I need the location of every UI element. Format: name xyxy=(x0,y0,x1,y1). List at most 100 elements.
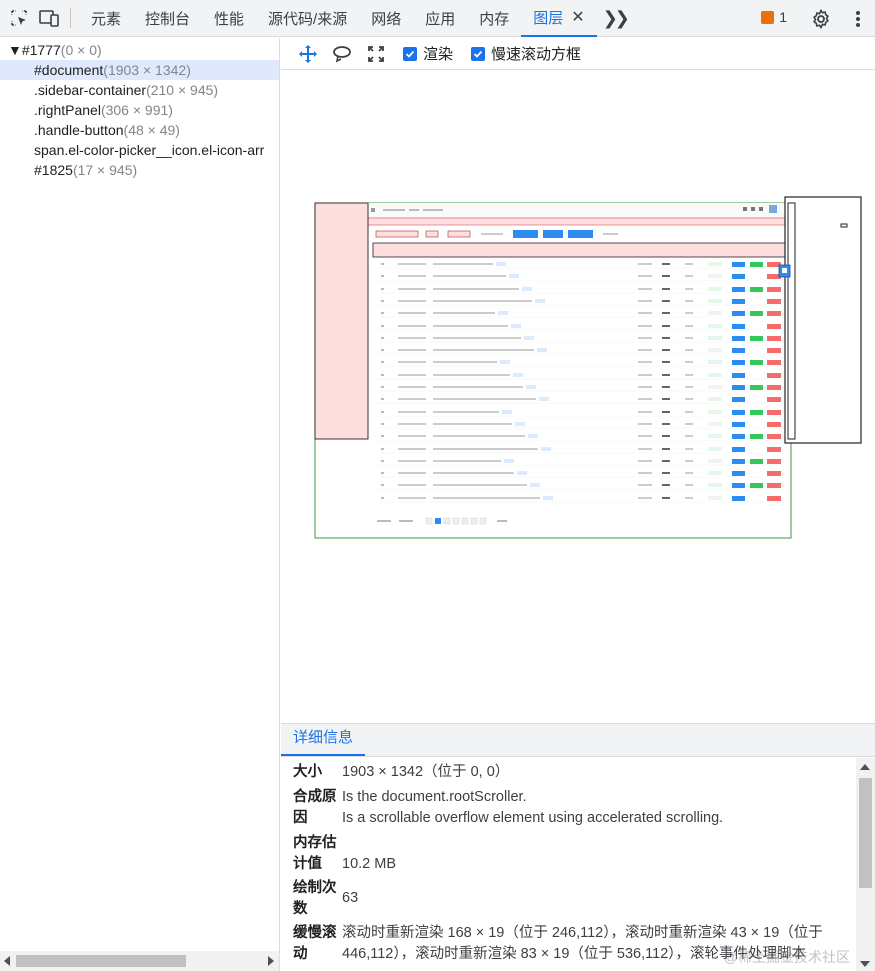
more-options-icon[interactable] xyxy=(855,9,861,32)
header-icon xyxy=(743,207,747,211)
row-author xyxy=(638,411,652,413)
row-tag xyxy=(504,459,514,463)
row-title xyxy=(433,386,523,388)
row-status xyxy=(708,422,722,426)
settings-gear-icon[interactable] xyxy=(811,8,831,32)
row-readings xyxy=(685,484,693,486)
header-icon xyxy=(759,207,763,211)
row-delete-button xyxy=(767,336,781,341)
row-publish-button xyxy=(750,385,763,390)
row-tag xyxy=(517,471,527,475)
row-edit-button xyxy=(732,471,745,476)
row-author xyxy=(638,349,652,351)
row-tag xyxy=(535,299,545,303)
row-tag xyxy=(541,447,551,451)
row-edit-button xyxy=(732,274,745,279)
row-readings xyxy=(685,411,693,413)
row-date xyxy=(398,349,426,351)
row-publish-button xyxy=(750,373,763,378)
horizontal-scrollbar[interactable] xyxy=(0,951,279,971)
layer-visualization[interactable] xyxy=(281,71,875,723)
row-delete-button xyxy=(767,434,781,439)
tree-item-sidebar-container[interactable]: .sidebar-container(210 × 945) xyxy=(0,80,279,100)
detail-key: 大小 xyxy=(293,764,322,780)
detail-key: 缓慢滚动 xyxy=(293,925,337,962)
vertical-scrollbar[interactable] xyxy=(856,758,875,971)
tree-item-right-panel[interactable]: .rightPanel(306 × 991) xyxy=(0,100,279,120)
tab-performance[interactable]: 性能 xyxy=(202,0,256,37)
row-status xyxy=(708,324,722,328)
layer-tree: ▼#1777(0 × 0) #document(1903 × 1342) .si… xyxy=(0,38,280,971)
scroll-left-icon[interactable] xyxy=(4,956,10,966)
row-status xyxy=(708,274,722,278)
scroll-right-icon[interactable] xyxy=(268,956,274,966)
close-icon[interactable]: ✕ xyxy=(571,7,584,27)
row-index xyxy=(381,275,384,277)
tab-details[interactable]: 详细信息 xyxy=(281,726,366,756)
row-title xyxy=(433,497,540,499)
row-status xyxy=(708,471,722,475)
slow-scroll-rects-checkbox[interactable]: 慢速滚动方框 xyxy=(471,43,581,64)
detail-value: 1903 × 1342（位于 0, 0） xyxy=(342,764,510,780)
tree-item-name: .handle-button xyxy=(34,122,124,138)
tree-item-handle-button[interactable]: .handle-button(48 × 49) xyxy=(0,120,279,140)
row-index xyxy=(381,448,384,450)
scroll-up-icon[interactable] xyxy=(860,764,870,770)
row-edit-button xyxy=(732,496,745,501)
row-status xyxy=(708,447,722,451)
row-publish-button xyxy=(750,471,763,476)
tab-sources[interactable]: 源代码/来源 xyxy=(256,0,359,37)
tree-item-color-picker-icon[interactable]: span.el-color-picker__icon.el-icon-arr xyxy=(0,140,279,160)
header-icon xyxy=(751,207,755,211)
pan-mode-icon[interactable] xyxy=(291,39,325,69)
scroll-down-icon[interactable] xyxy=(860,961,870,967)
issue-flag-icon xyxy=(761,10,775,24)
tab-console[interactable]: 控制台 xyxy=(133,0,202,37)
reset-transform-icon[interactable] xyxy=(359,39,393,69)
inspect-element-icon[interactable] xyxy=(4,0,34,37)
tree-item-size: (0 × 0) xyxy=(60,42,102,58)
scrollbar-thumb[interactable] xyxy=(859,778,872,888)
tree-item-size: (17 × 945) xyxy=(72,162,138,178)
row-status xyxy=(708,373,722,377)
row-title xyxy=(433,337,521,339)
tab-network[interactable]: 网络 xyxy=(359,0,413,37)
row-publish-button xyxy=(750,397,763,402)
row-date xyxy=(398,460,426,462)
hamburger-icon xyxy=(371,208,375,212)
row-edit-button xyxy=(732,410,745,415)
rotate-mode-icon[interactable] xyxy=(325,39,359,69)
tree-item-document[interactable]: #document(1903 × 1342) xyxy=(0,60,279,80)
layers-canvas[interactable] xyxy=(281,71,875,723)
row-tag xyxy=(500,360,510,364)
row-status xyxy=(708,262,722,266)
tab-layers[interactable]: 图层 ✕ xyxy=(521,0,597,37)
scrollbar-thumb[interactable] xyxy=(16,955,186,967)
pagination-total xyxy=(377,520,391,522)
tree-item-name: #document xyxy=(34,62,104,78)
row-edit-button xyxy=(732,262,745,267)
tree-item-root[interactable]: ▼#1777(0 × 0) xyxy=(0,40,279,60)
row-author xyxy=(638,300,652,302)
row-author xyxy=(638,472,652,474)
paints-checkbox[interactable]: 渲染 xyxy=(403,43,453,64)
row-author xyxy=(638,423,652,425)
tab-memory[interactable]: 内存 xyxy=(467,0,521,37)
row-importance xyxy=(662,484,670,486)
tab-application[interactable]: 应用 xyxy=(413,0,467,37)
tree-item-1825[interactable]: #1825(17 × 945) xyxy=(0,160,279,180)
row-index xyxy=(381,288,384,290)
row-delete-button xyxy=(767,447,781,452)
issues-badge[interactable]: 1 xyxy=(761,9,787,25)
row-date xyxy=(398,361,426,363)
tab-elements[interactable]: 元素 xyxy=(79,0,133,37)
row-date xyxy=(398,423,426,425)
row-author xyxy=(638,374,652,376)
row-date xyxy=(398,374,426,376)
more-tabs-icon[interactable]: ❯❯ xyxy=(597,8,633,29)
row-status xyxy=(708,287,722,291)
device-toolbar-icon[interactable] xyxy=(34,0,64,37)
row-date xyxy=(398,386,426,388)
row-title xyxy=(433,374,510,376)
row-index xyxy=(381,263,384,265)
